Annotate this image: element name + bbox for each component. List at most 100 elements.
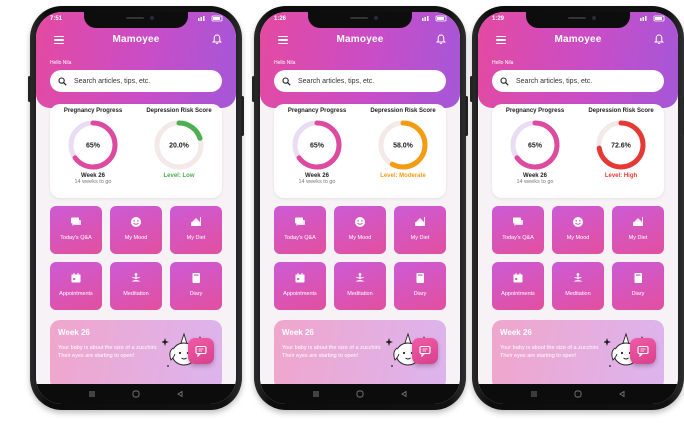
recents-icon[interactable] xyxy=(530,390,538,398)
message-icon xyxy=(195,345,207,357)
meditation-icon xyxy=(355,273,365,282)
tile-meditation[interactable]: Meditation xyxy=(552,262,604,310)
back-icon[interactable] xyxy=(176,390,184,398)
tile-label: Diary xyxy=(631,291,645,297)
risk-score-ring: 20.0% xyxy=(154,120,204,170)
bell-icon[interactable] xyxy=(436,34,446,45)
camera-notch xyxy=(84,12,188,28)
search-input[interactable]: Search articles, tips, etc. xyxy=(50,70,222,92)
tile-todays-qa[interactable]: Today's Q&A xyxy=(50,206,102,254)
chat-icon xyxy=(71,217,81,226)
search-placeholder: Search articles, tips, etc. xyxy=(74,77,151,85)
app-header: 1:29 Mamoyee Hello Nila Search articles,… xyxy=(478,12,678,108)
book-icon xyxy=(192,273,200,283)
smile-icon xyxy=(355,217,365,227)
greeting-text: Hello Nila xyxy=(50,60,72,66)
risk-score-title: Depression Risk Score xyxy=(146,108,212,114)
risk-percent: 20.0% xyxy=(169,143,190,150)
recents-icon[interactable] xyxy=(88,390,96,398)
chat-fab[interactable] xyxy=(412,338,438,364)
tile-appointments[interactable]: Appointments xyxy=(274,262,326,310)
calendar-icon xyxy=(513,273,523,283)
tile-label: Appointments xyxy=(283,291,317,297)
status-time: 1:26 xyxy=(274,16,287,22)
calendar-icon xyxy=(71,273,81,283)
search-input[interactable]: Search articles, tips, etc. xyxy=(492,70,664,92)
pregnancy-percent: 65% xyxy=(86,143,101,150)
bell-icon[interactable] xyxy=(654,34,664,45)
tile-diary[interactable]: Diary xyxy=(394,262,446,310)
tile-meditation[interactable]: Meditation xyxy=(334,262,386,310)
tile-my-mood[interactable]: My Mood xyxy=(552,206,604,254)
risk-score-ring: 58.0% xyxy=(378,120,428,170)
chat-icon xyxy=(295,217,305,226)
tile-todays-qa[interactable]: Today's Q&A xyxy=(274,206,326,254)
week-card-text: Your baby is about the size of a zucchin… xyxy=(500,345,600,359)
tile-label: My Diet xyxy=(628,235,648,241)
meditation-icon xyxy=(131,273,141,282)
tile-meditation[interactable]: Meditation xyxy=(110,262,162,310)
tile-label: My Mood xyxy=(566,235,590,241)
tile-diary[interactable]: Diary xyxy=(170,262,222,310)
tile-label: Today's Q&A xyxy=(502,235,534,241)
recents-icon[interactable] xyxy=(312,390,320,398)
camera-notch xyxy=(308,12,412,28)
progress-card: Pregnancy Progress 65% Week 26 14 weeks … xyxy=(50,104,222,198)
home-icon[interactable] xyxy=(356,390,364,398)
search-placeholder: Search articles, tips, etc. xyxy=(516,77,593,85)
progress-card: Pregnancy Progress 65% Week 26 14 weeks … xyxy=(492,104,664,198)
depression-risk: Depression Risk Score 20.0% Level: Low xyxy=(136,108,222,179)
tile-my-diet[interactable]: My Diet xyxy=(394,206,446,254)
tile-my-diet[interactable]: My Diet xyxy=(170,206,222,254)
app-screen: 1:26 Mamoyee Hello Nila Search articles,… xyxy=(260,12,460,404)
tile-label: My Diet xyxy=(186,235,206,241)
smile-icon xyxy=(573,217,583,227)
tile-my-mood[interactable]: My Mood xyxy=(334,206,386,254)
risk-level: Level: Moderate xyxy=(380,173,426,179)
pregnancy-progress-ring: 65% xyxy=(292,120,342,170)
tile-diary[interactable]: Diary xyxy=(612,262,664,310)
back-icon[interactable] xyxy=(400,390,408,398)
tile-label: Diary xyxy=(189,291,203,297)
week-card-title: Week 26 xyxy=(282,328,314,337)
app-screen: 7:51 Mamoyee Hello Nila Search articles,… xyxy=(36,12,236,404)
depression-risk: Depression Risk Score 72.6% Level: High xyxy=(578,108,664,179)
home-icon[interactable] xyxy=(574,390,582,398)
pregnancy-progress: Pregnancy Progress 65% Week 26 14 weeks … xyxy=(50,108,136,185)
tile-label: My Mood xyxy=(124,235,148,241)
weeks-to-go: 14 weeks to go xyxy=(74,179,112,185)
pregnancy-progress-title: Pregnancy Progress xyxy=(63,108,123,114)
tile-my-mood[interactable]: My Mood xyxy=(110,206,162,254)
app-header: 7:51 Mamoyee Hello Nila Search articles,… xyxy=(36,12,236,108)
tile-appointments[interactable]: Appointments xyxy=(492,262,544,310)
search-input[interactable]: Search articles, tips, etc. xyxy=(274,70,446,92)
tile-my-diet[interactable]: My Diet xyxy=(612,206,664,254)
pregnancy-progress-title: Pregnancy Progress xyxy=(287,108,347,114)
greeting-text: Hello Nila xyxy=(274,60,296,66)
book-icon xyxy=(634,273,642,283)
pregnancy-percent: 65% xyxy=(528,143,543,150)
tile-label: Meditation xyxy=(123,291,149,297)
week-card-text: Your baby is about the size of a zucchin… xyxy=(282,345,382,359)
food-icon xyxy=(415,217,425,226)
search-icon xyxy=(282,76,291,86)
status-icons xyxy=(422,15,448,24)
risk-level: Level: High xyxy=(604,173,638,179)
pregnancy-progress: Pregnancy Progress 65% Week 26 14 weeks … xyxy=(492,108,578,185)
system-nav-bar xyxy=(478,384,678,404)
chat-fab[interactable] xyxy=(630,338,656,364)
phone-frame: 1:29 Mamoyee Hello Nila Search articles,… xyxy=(470,6,684,410)
tile-todays-qa[interactable]: Today's Q&A xyxy=(492,206,544,254)
bell-icon[interactable] xyxy=(212,34,222,45)
app-title: Mamoyee xyxy=(336,34,384,45)
message-icon xyxy=(419,345,431,357)
risk-score-title: Depression Risk Score xyxy=(370,108,436,114)
week-card-title: Week 26 xyxy=(58,328,90,337)
status-icons xyxy=(198,15,224,24)
back-icon[interactable] xyxy=(618,390,626,398)
week-card-text: Your baby is about the size of a zucchin… xyxy=(58,345,158,359)
status-time: 1:29 xyxy=(492,16,505,22)
chat-fab[interactable] xyxy=(188,338,214,364)
home-icon[interactable] xyxy=(132,390,140,398)
tile-appointments[interactable]: Appointments xyxy=(50,262,102,310)
